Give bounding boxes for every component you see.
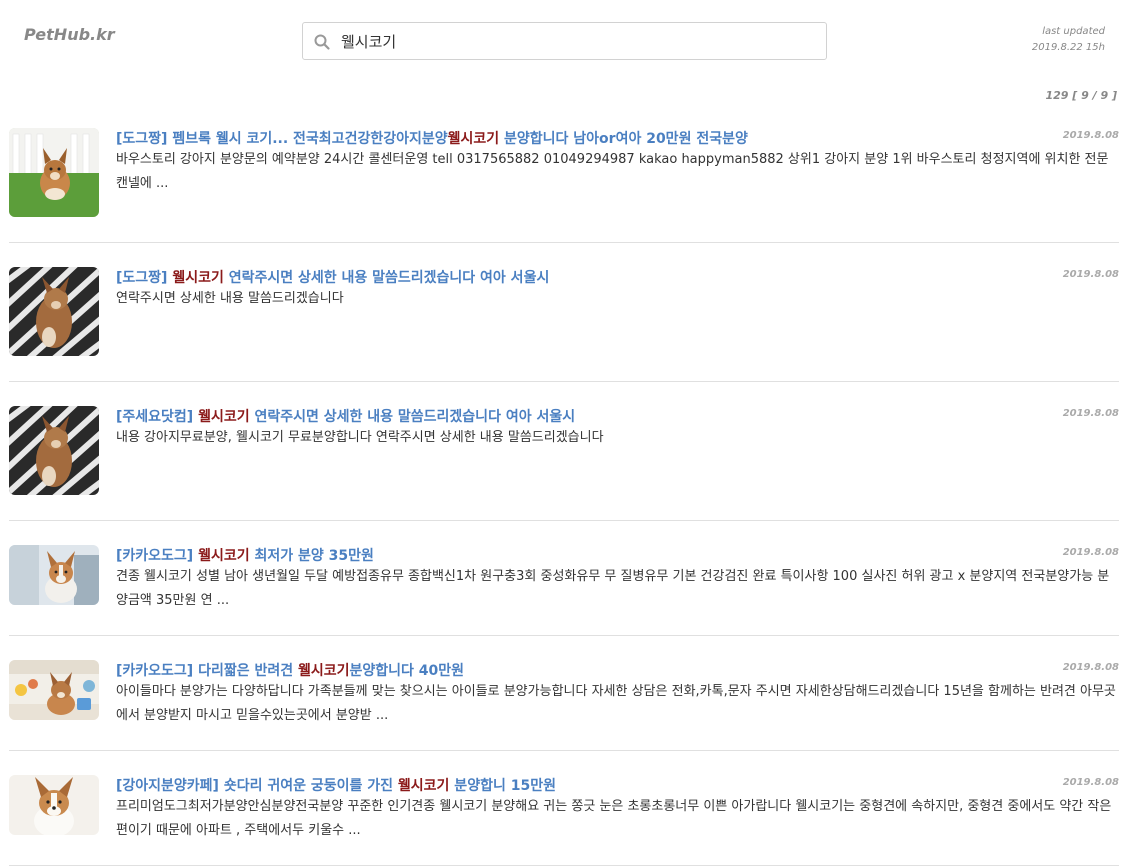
last-updated: last updated 2019.8.22 15h <box>1032 24 1105 56</box>
result-source: [주세요닷컴] <box>116 409 194 425</box>
result-item: [도그짱] 웰시코기 연락주시면 상세한 내용 말씀드리겠습니다 여아 서울시 … <box>9 243 1119 382</box>
result-item: [도그짱] 펨브록 웰시 코기... 전국최고건강한강아지분양웰시코기 분양합니… <box>9 104 1119 243</box>
result-title-rest: 분양합니 15만원 <box>449 778 556 794</box>
result-description: 아이들마다 분양가는 다양하답니다 가족분들께 맞는 찾으시는 아이들로 분양가… <box>116 684 1116 723</box>
result-thumbnail[interactable] <box>9 545 99 605</box>
search-input[interactable] <box>341 26 811 56</box>
result-description: 연락주시면 상세한 내용 말씀드리겠습니다 <box>116 291 344 306</box>
result-title-text: 다리짧은 반려견 <box>198 663 298 679</box>
last-updated-time: 2019.8.22 15h <box>1031 42 1105 53</box>
result-title[interactable]: [카카오도그] 다리짧은 반려견 웰시코기분양합니다 40만원 <box>116 660 1049 680</box>
result-thumbnail[interactable] <box>9 267 99 356</box>
result-keyword: 웰시코기 <box>198 409 250 425</box>
result-thumbnail[interactable] <box>9 660 99 720</box>
result-title-text: 펨브록 웰시 코기... 전국최고건강한강아지분양 <box>172 131 448 147</box>
result-item: [강아지분양카페] 숏다리 귀여운 궁둥이를 가진 웰시코기 분양합니 15만원… <box>9 751 1119 866</box>
result-thumbnail[interactable] <box>9 128 99 217</box>
result-title-rest: 연락주시면 상세한 내용 말씀드리겠습니다 여아 서울시 <box>223 270 550 286</box>
result-title[interactable]: [강아지분양카페] 숏다리 귀여운 궁둥이를 가진 웰시코기 분양합니 15만원 <box>116 775 1049 795</box>
result-title-text: 숏다리 귀여운 궁둥이를 가진 <box>223 778 398 794</box>
result-source: [도그짱] <box>116 270 168 286</box>
result-title[interactable]: [도그짱] 웰시코기 연락주시면 상세한 내용 말씀드리겠습니다 여아 서울시 <box>116 267 1049 287</box>
result-description: 프리미엄도그최저가분양안심분양전국분양 꾸준한 인기견종 웰시코기 분양해요 귀… <box>116 799 1112 838</box>
result-keyword: 웰시코기 <box>447 131 500 147</box>
result-title-rest: 최저가 분양 35만원 <box>249 548 374 564</box>
result-item: [주세요닷컴] 웰시코기 연락주시면 상세한 내용 말씀드리겠습니다 여아 서울… <box>9 382 1119 521</box>
last-updated-label: last updated <box>1042 26 1105 37</box>
results-list: [도그짱] 펨브록 웰시 코기... 전국최고건강한강아지분양웰시코기 분양합니… <box>9 104 1119 866</box>
result-date: 2019.8.08 <box>1062 269 1119 280</box>
result-item: [카카오도그] 웰시코기 최저가 분양 35만원 2019.8.08 견종 웰시… <box>9 521 1119 636</box>
result-title-rest: 분양합니다 40만원 <box>349 663 465 679</box>
result-title[interactable]: [카카오도그] 웰시코기 최저가 분양 35만원 <box>116 545 1049 565</box>
result-source: [카카오도그] <box>116 548 194 564</box>
result-description: 견종 웰시코기 성별 남아 생년월일 두달 예방접종유무 종합백신1차 원구충3… <box>116 569 1110 608</box>
result-date: 2019.8.08 <box>1062 408 1119 419</box>
result-date: 2019.8.08 <box>1062 130 1119 141</box>
result-source: [강아지분양카페] <box>116 778 219 794</box>
site-logo[interactable]: PetHub.kr <box>24 25 115 44</box>
result-keyword: 웰시코기 <box>198 548 250 564</box>
search-box <box>302 22 827 60</box>
result-source: [카카오도그] <box>116 663 194 679</box>
result-description: 내용 강아지무료분양, 웰시코기 무료분양합니다 연락주시면 상세한 내용 말씀… <box>116 430 604 445</box>
result-keyword: 웰시코기 <box>397 778 450 794</box>
result-title-rest: 연락주시면 상세한 내용 말씀드리겠습니다 여아 서울시 <box>249 409 576 425</box>
result-date: 2019.8.08 <box>1062 777 1119 788</box>
result-item: [카카오도그] 다리짧은 반려견 웰시코기분양합니다 40만원 2019.8.0… <box>9 636 1119 751</box>
search-icon[interactable] <box>313 33 331 51</box>
result-description: 바우스토리 강아지 분양문의 예약분양 24시간 콜센터운영 tell 0317… <box>116 152 1109 191</box>
result-count: 129 [ 9 / 9 ] <box>1045 89 1118 102</box>
result-date: 2019.8.08 <box>1062 662 1119 673</box>
result-title-rest: 분양합니다 남아or여아 20만원 전국분양 <box>499 131 748 147</box>
result-title[interactable]: [도그짱] 펨브록 웰시 코기... 전국최고건강한강아지분양웰시코기 분양합니… <box>116 128 1049 148</box>
result-title[interactable]: [주세요닷컴] 웰시코기 연락주시면 상세한 내용 말씀드리겠습니다 여아 서울… <box>116 406 1049 426</box>
result-thumbnail[interactable] <box>9 406 99 495</box>
result-source: [도그짱] <box>116 131 168 147</box>
result-keyword: 웰시코기 <box>298 663 350 679</box>
result-keyword: 웰시코기 <box>172 270 224 286</box>
result-thumbnail[interactable] <box>9 775 99 835</box>
result-date: 2019.8.08 <box>1062 547 1119 558</box>
